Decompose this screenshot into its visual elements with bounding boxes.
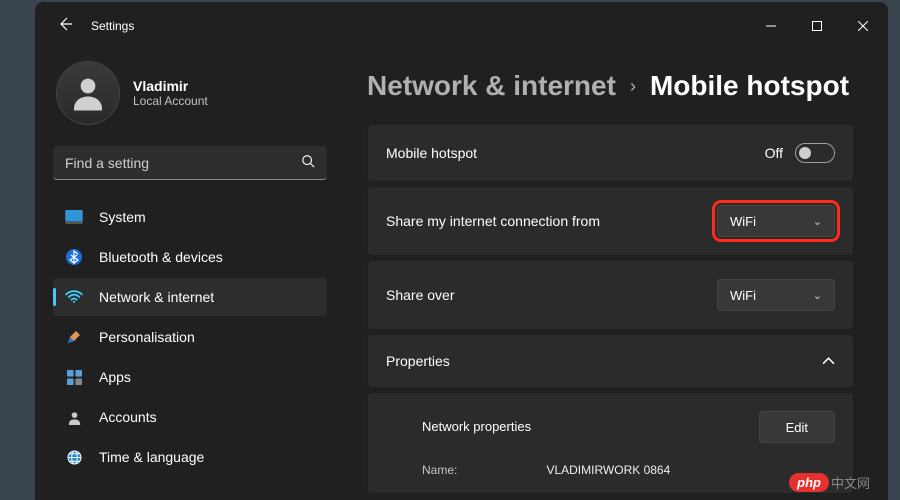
chevron-right-icon: › bbox=[630, 76, 636, 97]
property-name-value: VLADIMIRWORK 0864 bbox=[546, 463, 670, 477]
sidebar-item-personalisation[interactable]: Personalisation bbox=[53, 318, 327, 356]
sidebar-item-label: System bbox=[99, 209, 146, 225]
search-input[interactable] bbox=[65, 155, 301, 171]
search-icon bbox=[301, 154, 315, 171]
property-name-key: Name: bbox=[422, 463, 542, 477]
chevron-down-icon: ⌄ bbox=[813, 289, 822, 302]
sidebar-item-bluetooth[interactable]: Bluetooth & devices bbox=[53, 238, 327, 276]
profile-subtitle: Local Account bbox=[133, 94, 208, 108]
close-button[interactable] bbox=[840, 2, 886, 50]
sidebar-item-apps[interactable]: Apps bbox=[53, 358, 327, 396]
hotspot-card: Mobile hotspot Off bbox=[367, 124, 854, 182]
globe-icon bbox=[65, 448, 83, 466]
hotspot-label: Mobile hotspot bbox=[386, 145, 765, 161]
accounts-icon bbox=[65, 408, 83, 426]
avatar bbox=[57, 62, 119, 124]
sidebar-item-network[interactable]: Network & internet bbox=[53, 278, 327, 316]
hotspot-toggle[interactable] bbox=[795, 143, 835, 163]
hotspot-toggle-state: Off bbox=[765, 145, 783, 161]
share-from-value: WiFi bbox=[730, 214, 756, 229]
page-title: Mobile hotspot bbox=[650, 70, 849, 102]
sidebar-item-system[interactable]: System bbox=[53, 198, 327, 236]
properties-body: Network properties Edit Name: VLADIMIRWO… bbox=[367, 392, 854, 494]
sidebar-item-label: Bluetooth & devices bbox=[99, 249, 223, 265]
properties-header[interactable]: Properties bbox=[367, 334, 854, 388]
watermark: php 中文网 bbox=[789, 473, 870, 492]
back-button[interactable] bbox=[57, 16, 73, 37]
profile-name: Vladimir bbox=[133, 78, 208, 94]
network-properties-label: Network properties bbox=[422, 419, 531, 434]
window-controls bbox=[748, 2, 886, 50]
sidebar-item-accounts[interactable]: Accounts bbox=[53, 398, 327, 436]
chevron-up-icon bbox=[822, 354, 835, 369]
system-icon bbox=[65, 208, 83, 226]
share-from-card: Share my internet connection from WiFi ⌄ bbox=[367, 186, 854, 256]
main-panel: Network & internet › Mobile hotspot Mobi… bbox=[345, 50, 888, 500]
nav-list: System Bluetooth & devices Network & int… bbox=[49, 198, 331, 476]
apps-icon bbox=[65, 368, 83, 386]
edit-button[interactable]: Edit bbox=[759, 411, 835, 443]
personalisation-icon bbox=[65, 328, 83, 346]
window-title: Settings bbox=[91, 19, 748, 33]
watermark-text: 中文网 bbox=[831, 473, 870, 492]
share-from-dropdown[interactable]: WiFi ⌄ bbox=[717, 205, 835, 237]
breadcrumb-parent[interactable]: Network & internet bbox=[367, 70, 616, 102]
search-box[interactable] bbox=[53, 146, 327, 180]
share-over-card: Share over WiFi ⌄ bbox=[367, 260, 854, 330]
share-over-label: Share over bbox=[386, 287, 717, 303]
sidebar-item-time-language[interactable]: Time & language bbox=[53, 438, 327, 476]
bluetooth-icon bbox=[65, 248, 83, 266]
sidebar-item-label: Personalisation bbox=[99, 329, 195, 345]
properties-label: Properties bbox=[386, 353, 822, 369]
sidebar-item-label: Apps bbox=[99, 369, 131, 385]
titlebar: Settings bbox=[35, 2, 888, 50]
sidebar-item-label: Network & internet bbox=[99, 289, 214, 305]
breadcrumb: Network & internet › Mobile hotspot bbox=[367, 70, 854, 102]
sidebar-item-label: Accounts bbox=[99, 409, 157, 425]
maximize-button[interactable] bbox=[794, 2, 840, 50]
minimize-button[interactable] bbox=[748, 2, 794, 50]
wifi-icon bbox=[65, 288, 83, 306]
share-over-value: WiFi bbox=[730, 288, 756, 303]
watermark-badge: php bbox=[789, 473, 829, 492]
chevron-down-icon: ⌄ bbox=[813, 215, 822, 228]
profile-block[interactable]: Vladimir Local Account bbox=[49, 50, 331, 146]
share-over-dropdown[interactable]: WiFi ⌄ bbox=[717, 279, 835, 311]
share-from-label: Share my internet connection from bbox=[386, 213, 717, 229]
sidebar-item-label: Time & language bbox=[99, 449, 204, 465]
sidebar: Vladimir Local Account System bbox=[35, 50, 345, 500]
edit-button-label: Edit bbox=[786, 420, 808, 435]
settings-window: Settings bbox=[35, 2, 888, 500]
highlight-annotation: WiFi ⌄ bbox=[717, 205, 835, 237]
